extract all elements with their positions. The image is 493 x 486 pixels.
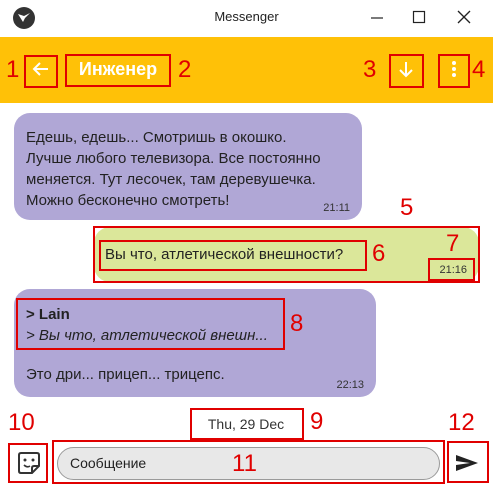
annotation-box-12	[447, 441, 489, 483]
annotation-label-1: 1	[6, 56, 20, 83]
message-text: Едешь, едешь... Смотришь в окошко. Лучше…	[26, 129, 321, 209]
annotation-box-7	[428, 258, 475, 281]
close-icon[interactable]	[450, 6, 478, 30]
annotation-label-3: 3	[363, 56, 377, 83]
annotation-box-2	[65, 54, 171, 87]
annotation-box-6	[99, 240, 367, 271]
messenger-window: Messenger Инженер Едешь, едешь... Смотри…	[0, 0, 493, 485]
message-time: 21:11	[323, 202, 350, 214]
annotation-label-7: 7	[446, 230, 460, 257]
maximize-icon[interactable]	[405, 6, 433, 30]
annotation-box-4	[438, 54, 470, 88]
annotation-label-10: 10	[8, 409, 35, 436]
annotation-label-9: 9	[310, 408, 324, 435]
annotation-label-11: 11	[232, 450, 257, 477]
minimize-icon[interactable]	[363, 6, 391, 30]
annotation-box-8	[16, 298, 285, 350]
annotation-label-5: 5	[400, 194, 414, 221]
message-text: Это дри... прицеп... трицепс.	[26, 366, 225, 383]
message-bubble-incoming[interactable]: Едешь, едешь... Смотришь в окошко. Лучше…	[14, 113, 362, 220]
annotation-label-12: 12	[448, 409, 475, 436]
annotation-box-10	[8, 443, 48, 483]
annotation-label-4: 4	[472, 56, 486, 83]
annotation-label-6: 6	[372, 240, 386, 267]
annotation-box-1	[24, 55, 58, 88]
annotation-label-8: 8	[290, 310, 304, 337]
annotation-box-3	[389, 54, 424, 88]
message-time: 22:13	[336, 379, 364, 391]
annotation-box-9	[190, 408, 304, 440]
window-titlebar: Messenger	[0, 0, 493, 36]
annotation-label-2: 2	[178, 56, 192, 83]
